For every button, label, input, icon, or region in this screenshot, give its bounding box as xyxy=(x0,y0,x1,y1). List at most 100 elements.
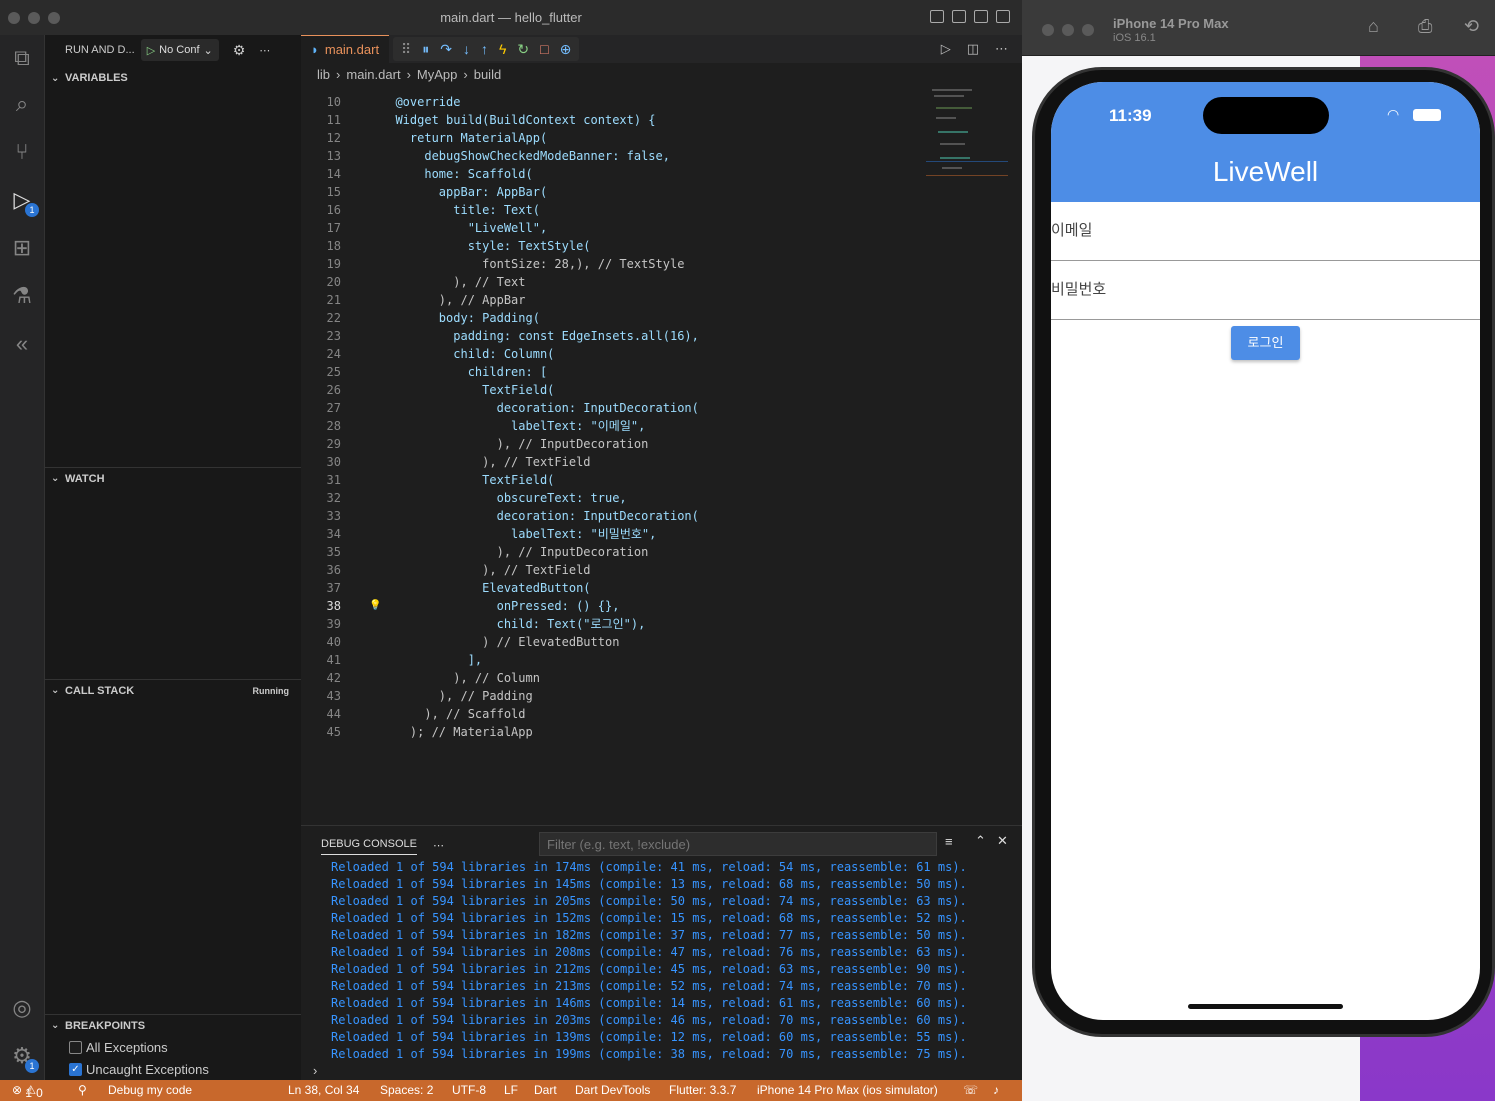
console-filter-input[interactable] xyxy=(539,832,937,856)
tab-debug-console[interactable]: DEBUG CONSOLE xyxy=(321,838,417,855)
step-into-icon[interactable]: ↓ xyxy=(463,41,470,57)
toggle-panel-icon[interactable] xyxy=(952,10,966,23)
explorer-icon[interactable]: ⧉ xyxy=(7,43,37,73)
code-line[interactable]: 24 child: Column( xyxy=(301,345,921,363)
code-line[interactable]: 45 ); // MaterialApp xyxy=(301,723,921,741)
dart-devtools[interactable]: Dart DevTools xyxy=(575,1083,650,1097)
watch-section[interactable]: ⌄ WATCH xyxy=(45,467,301,489)
code-line[interactable]: 10 @override xyxy=(301,93,921,111)
encoding[interactable]: UTF-8 xyxy=(452,1083,486,1097)
code-line[interactable]: 35 ), // InputDecoration xyxy=(301,543,921,561)
breadcrumb-item[interactable]: build xyxy=(474,67,501,82)
code-line[interactable]: 36 ), // TextField xyxy=(301,561,921,579)
code-line[interactable]: 16 title: Text( xyxy=(301,201,921,219)
language-mode[interactable]: Dart xyxy=(534,1083,557,1097)
breakpoints-section[interactable]: ⌄ BREAKPOINTS xyxy=(45,1014,301,1036)
code-line[interactable]: 38 onPressed: () {}, 💡 xyxy=(301,597,921,615)
password-field[interactable]: 비밀번호 xyxy=(1051,261,1480,320)
run-debug-icon[interactable]: ▷ 1 xyxy=(7,185,39,217)
split-editor-icon[interactable]: ◫ xyxy=(967,41,979,57)
extensions-icon[interactable]: ⊞ xyxy=(7,233,37,263)
feedback-icon[interactable]: ☏ xyxy=(963,1083,978,1097)
code-line[interactable]: 12 return MaterialApp( xyxy=(301,129,921,147)
debug-config-picker[interactable]: ▷ No Conf ⌄ xyxy=(140,39,219,61)
breakpoint-uncaught-exceptions[interactable]: ✓ Uncaught Exceptions xyxy=(69,1059,209,1079)
code-line[interactable]: 22 body: Padding( xyxy=(301,309,921,327)
clear-console-icon[interactable]: ≡ xyxy=(945,834,953,849)
minimap[interactable] xyxy=(926,87,1008,227)
source-control-icon[interactable]: ⑂ xyxy=(7,137,37,167)
more-actions-icon[interactable]: ⋯ xyxy=(259,44,270,57)
code-line[interactable]: 30 ), // TextField xyxy=(301,453,921,471)
code-editor[interactable]: 10 @override 11 Widget build(BuildContext… xyxy=(301,93,921,741)
pause-icon[interactable]: ⏸ xyxy=(422,41,429,58)
code-line[interactable]: 37 ElevatedButton( xyxy=(301,579,921,597)
code-line[interactable]: 27 decoration: InputDecoration( xyxy=(301,399,921,417)
home-indicator[interactable] xyxy=(1188,1004,1343,1009)
code-line[interactable]: 15 appBar: AppBar( xyxy=(301,183,921,201)
step-over-icon[interactable]: ↷ xyxy=(440,41,452,58)
line-ending[interactable]: LF xyxy=(504,1083,518,1097)
zoom-window-button[interactable] xyxy=(48,12,60,24)
checkbox[interactable] xyxy=(69,1040,82,1054)
more-icon[interactable]: ⋯ xyxy=(995,41,1008,57)
more-icon[interactable]: ⋯ xyxy=(433,839,444,852)
maximize-panel-icon[interactable]: ⌃ xyxy=(975,833,986,849)
code-line[interactable]: 19 fontSize: 28,), // TextStyle xyxy=(301,255,921,273)
close-panel-icon[interactable]: ✕ xyxy=(997,833,1008,849)
toggle-secondary-sidebar-icon[interactable] xyxy=(974,10,988,23)
login-button[interactable]: 로그인 xyxy=(1231,326,1300,360)
code-line[interactable]: 39 child: Text("로그인"), xyxy=(301,615,921,633)
toggle-sidebar-icon[interactable] xyxy=(930,10,944,23)
close-window-button[interactable] xyxy=(1042,24,1054,36)
flutter-version[interactable]: Flutter: 3.3.7 xyxy=(669,1083,736,1097)
email-field[interactable]: 이메일 xyxy=(1051,202,1480,261)
code-line[interactable]: 21 ), // AppBar xyxy=(301,291,921,309)
minimize-window-button[interactable] xyxy=(28,12,40,24)
device-selector[interactable]: iPhone 14 Pro Max (ios simulator) xyxy=(757,1083,938,1097)
search-icon[interactable]: ⌕ xyxy=(7,89,37,119)
cursor-position[interactable]: Ln 38, Col 34 xyxy=(288,1083,359,1097)
code-line[interactable]: 32 obscureText: true, xyxy=(301,489,921,507)
rotate-icon[interactable]: ⟲ xyxy=(1464,16,1479,37)
code-line[interactable]: 14 home: Scaffold( xyxy=(301,165,921,183)
code-line[interactable]: 26 TextField( xyxy=(301,381,921,399)
gear-icon[interactable]: ⚙ xyxy=(233,42,246,59)
code-line[interactable]: 13 debugShowCheckedModeBanner: false, xyxy=(301,147,921,165)
code-line[interactable]: 17 "LiveWell", xyxy=(301,219,921,237)
restart-icon[interactable]: ↻ xyxy=(517,41,529,58)
indentation[interactable]: Spaces: 2 xyxy=(380,1083,433,1097)
code-line[interactable]: 44 ), // Scaffold xyxy=(301,705,921,723)
code-line[interactable]: 33 decoration: InputDecoration( xyxy=(301,507,921,525)
breadcrumb-item[interactable]: lib xyxy=(317,67,330,82)
screenshot-icon[interactable]: ⎙ xyxy=(1418,16,1432,37)
inspect-widget-icon[interactable]: ⊕ xyxy=(560,41,572,58)
code-line[interactable]: 11 Widget build(BuildContext context) { xyxy=(301,111,921,129)
testing-icon[interactable]: ⚗ xyxy=(7,281,37,311)
customize-layout-icon[interactable] xyxy=(996,10,1010,23)
debug-my-code[interactable]: Debug my code xyxy=(108,1083,192,1097)
code-line[interactable]: 41 ], xyxy=(301,651,921,669)
zoom-window-button[interactable] xyxy=(1082,24,1094,36)
call-stack-section[interactable]: ⌄ CALL STACK Running xyxy=(45,679,301,701)
breadcrumb-item[interactable]: MyApp xyxy=(417,67,457,82)
notifications-icon[interactable]: ♪ xyxy=(993,1083,999,1097)
close-window-button[interactable] xyxy=(8,12,20,24)
flutter-icon[interactable]: « xyxy=(7,329,37,359)
breakpoint-all-exceptions[interactable]: All Exceptions xyxy=(69,1037,168,1057)
hot-reload-icon[interactable]: ϟ xyxy=(499,41,506,57)
breadcrumb-item[interactable]: main.dart xyxy=(346,67,400,82)
account-icon[interactable]: ◎ xyxy=(7,993,37,1023)
settings-gear-icon[interactable]: ⚙ 1 xyxy=(7,1041,39,1073)
code-line[interactable]: 29 ), // InputDecoration xyxy=(301,435,921,453)
stop-icon[interactable]: □ xyxy=(540,41,548,57)
code-line[interactable]: 18 style: TextStyle( xyxy=(301,237,921,255)
drag-handle-icon[interactable]: ⠿ xyxy=(401,41,411,58)
minimize-window-button[interactable] xyxy=(1062,24,1074,36)
console-prompt-icon[interactable]: › xyxy=(313,1063,317,1078)
code-line[interactable]: 42 ), // Column xyxy=(301,669,921,687)
checkbox[interactable]: ✓ xyxy=(69,1062,82,1076)
step-out-icon[interactable]: ↑ xyxy=(481,41,488,57)
variables-section[interactable]: ⌄ VARIABLES xyxy=(45,67,301,89)
code-line[interactable]: 34 labelText: "비밀번호", xyxy=(301,525,921,543)
